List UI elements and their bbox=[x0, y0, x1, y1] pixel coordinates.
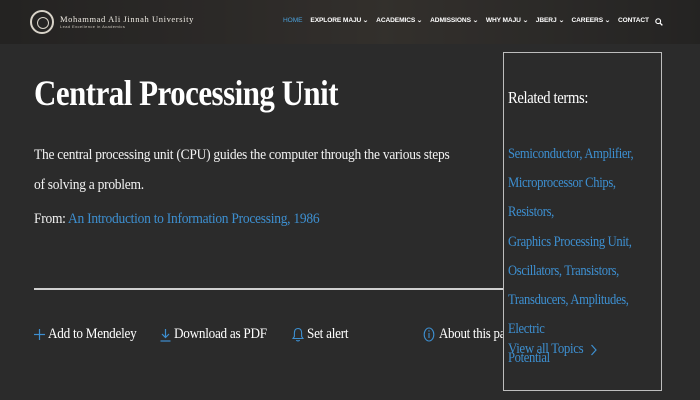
view-all-topics-link[interactable]: View all Topics bbox=[508, 341, 598, 358]
nav-item-contact[interactable]: CONTACT bbox=[618, 17, 649, 24]
related-term-link[interactable]: Oscillators bbox=[508, 263, 559, 279]
related-terms-panel: Related terms: Semiconductor, Amplifier,… bbox=[503, 52, 662, 391]
nav-item-why-maju[interactable]: WHY MAJU ⌄ bbox=[486, 17, 529, 24]
action-bar: Add to Mendeley Download as PDF Set aler… bbox=[34, 326, 366, 343]
related-term-link[interactable]: Transistors bbox=[564, 263, 616, 279]
related-term-link[interactable]: Transducers bbox=[508, 292, 566, 308]
main-nav: HOME EXPLORE MAJU ⌄ ACADEMICS ⌄ ADMISSIONS… bbox=[283, 17, 657, 24]
university-logo[interactable]: Mohammad Ali Jinnah University Lead Exce… bbox=[30, 9, 194, 35]
related-term-link[interactable]: Graphics Processing Unit bbox=[508, 234, 629, 250]
related-term-link[interactable]: Amplifier bbox=[584, 146, 630, 162]
source-prefix: From: bbox=[34, 211, 66, 227]
nav-item-jberj[interactable]: JBERJ ⌄ bbox=[536, 17, 564, 24]
chevron-right-icon bbox=[590, 344, 597, 355]
chevron-down-icon: ⌄ bbox=[472, 18, 479, 24]
set-alert-label: Set alert bbox=[307, 326, 349, 342]
chevron-down-icon: ⌄ bbox=[604, 18, 611, 24]
set-alert-button[interactable]: Set alert bbox=[292, 326, 354, 343]
nav-item-academics[interactable]: ACADEMICS ⌄ bbox=[376, 17, 423, 24]
add-to-mendeley-label: Add to Mendeley bbox=[48, 326, 137, 342]
view-all-topics-label: View all Topics bbox=[508, 341, 584, 357]
chevron-down-icon: ⌄ bbox=[416, 18, 423, 24]
related-terms-title: Related terms: bbox=[508, 88, 589, 107]
info-icon bbox=[423, 327, 435, 342]
chevron-down-icon: ⌄ bbox=[522, 18, 529, 24]
related-term-link[interactable]: Semiconductor bbox=[508, 146, 580, 162]
download-pdf-label: Download as PDF bbox=[174, 326, 268, 342]
chevron-down-icon: ⌄ bbox=[362, 18, 369, 24]
source-link[interactable]: An Introduction to Information Processin… bbox=[68, 211, 320, 227]
add-to-mendeley-button[interactable]: Add to Mendeley bbox=[34, 326, 148, 343]
nav-item-admissions[interactable]: ADMISSIONS ⌄ bbox=[430, 17, 478, 24]
nav-item-explore-maju[interactable]: EXPLORE MAJU ⌄ bbox=[310, 17, 368, 24]
plus-icon bbox=[34, 329, 45, 340]
nav-item-careers[interactable]: CAREERS ⌄ bbox=[571, 17, 611, 24]
download-pdf-button[interactable]: Download as PDF bbox=[160, 326, 280, 343]
brand-name: Mohammad Ali Jinnah University bbox=[60, 14, 194, 24]
university-seal-icon bbox=[30, 10, 54, 34]
bell-icon bbox=[292, 327, 304, 342]
nav-item-home[interactable]: HOME bbox=[283, 17, 302, 24]
top-navigation-bar: Mohammad Ali Jinnah University Lead Exce… bbox=[0, 0, 700, 44]
related-terms-list: Semiconductor, Amplifier, Microprocessor… bbox=[508, 146, 634, 367]
chevron-down-icon: ⌄ bbox=[558, 18, 564, 24]
related-term-link[interactable]: Microprocessor Chips bbox=[508, 175, 613, 191]
related-term-link[interactable]: Resistors bbox=[508, 204, 552, 220]
definition-text: The central processing unit (CPU) guides… bbox=[34, 147, 450, 193]
search-icon[interactable] bbox=[655, 18, 663, 26]
brand-tagline: Lead Excellence in Academics bbox=[60, 24, 126, 29]
page-title: Central Processing Unit bbox=[34, 73, 339, 113]
download-icon bbox=[160, 328, 171, 342]
related-term-link[interactable]: Amplitudes bbox=[570, 292, 626, 308]
source-citation: From: An Introduction to Information Pro… bbox=[34, 208, 320, 230]
